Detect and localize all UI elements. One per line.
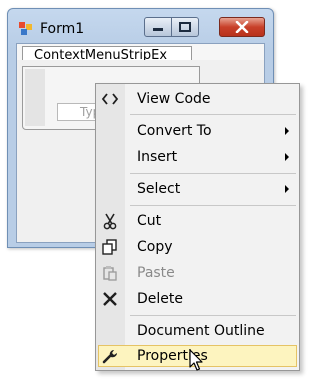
maximize-icon bbox=[179, 22, 191, 32]
close-button[interactable] bbox=[219, 17, 265, 37]
menu-item-delete[interactable]: Delete bbox=[98, 288, 297, 310]
maximize-button[interactable] bbox=[171, 17, 199, 37]
menu-item-paste[interactable]: Paste bbox=[98, 262, 297, 284]
menu-item-label: Delete bbox=[137, 291, 183, 307]
delete-x-icon bbox=[101, 290, 119, 308]
minimize-button[interactable] bbox=[144, 17, 172, 37]
menu-item-label: View Code bbox=[137, 91, 211, 107]
menu-item-label: Select bbox=[137, 181, 181, 197]
form-app-icon bbox=[19, 22, 32, 35]
wrench-icon bbox=[101, 347, 119, 365]
submenu-arrow-icon bbox=[285, 127, 289, 135]
menu-item-label: Cut bbox=[137, 213, 162, 229]
mouse-cursor-icon bbox=[189, 349, 203, 371]
menu-item-label: Document Outline bbox=[137, 323, 265, 339]
menu-separator bbox=[130, 315, 296, 316]
submenu-arrow-icon bbox=[285, 153, 289, 161]
dropdown-image-margin bbox=[25, 69, 45, 126]
code-icon bbox=[101, 90, 119, 108]
menu-item-document-outline[interactable]: Document Outline bbox=[98, 320, 297, 342]
menu-item-label: Insert bbox=[137, 149, 178, 165]
copy-icon bbox=[101, 238, 119, 256]
context-menu: View Code Convert To Insert Select Cut C… bbox=[95, 83, 300, 371]
menu-item-view-code[interactable]: View Code bbox=[98, 88, 297, 110]
menu-separator bbox=[130, 205, 296, 206]
context-menu-strip-label: ContextMenuStripEx bbox=[34, 48, 168, 60]
minimize-icon bbox=[153, 28, 163, 31]
menu-separator bbox=[130, 173, 296, 174]
menu-item-cut[interactable]: Cut bbox=[98, 210, 297, 232]
submenu-arrow-icon bbox=[285, 185, 289, 193]
scissors-icon bbox=[101, 212, 119, 230]
menu-separator bbox=[130, 114, 296, 115]
title-bar[interactable]: Form1 bbox=[8, 9, 273, 42]
window-title: Form1 bbox=[40, 21, 85, 37]
menu-item-copy[interactable]: Copy bbox=[98, 236, 297, 258]
menu-item-label: Paste bbox=[137, 265, 175, 281]
paste-icon bbox=[101, 264, 119, 282]
menu-item-insert[interactable]: Insert bbox=[98, 146, 297, 168]
menu-item-convert-to[interactable]: Convert To bbox=[98, 120, 297, 142]
context-menu-strip-tab[interactable]: ContextMenuStripEx bbox=[22, 46, 192, 60]
menu-item-label: Convert To bbox=[137, 123, 212, 139]
close-icon bbox=[235, 21, 249, 33]
menu-item-label: Copy bbox=[137, 239, 173, 255]
menu-strip: ContextMenuStripEx bbox=[17, 44, 264, 60]
menu-item-select[interactable]: Select bbox=[98, 178, 297, 200]
